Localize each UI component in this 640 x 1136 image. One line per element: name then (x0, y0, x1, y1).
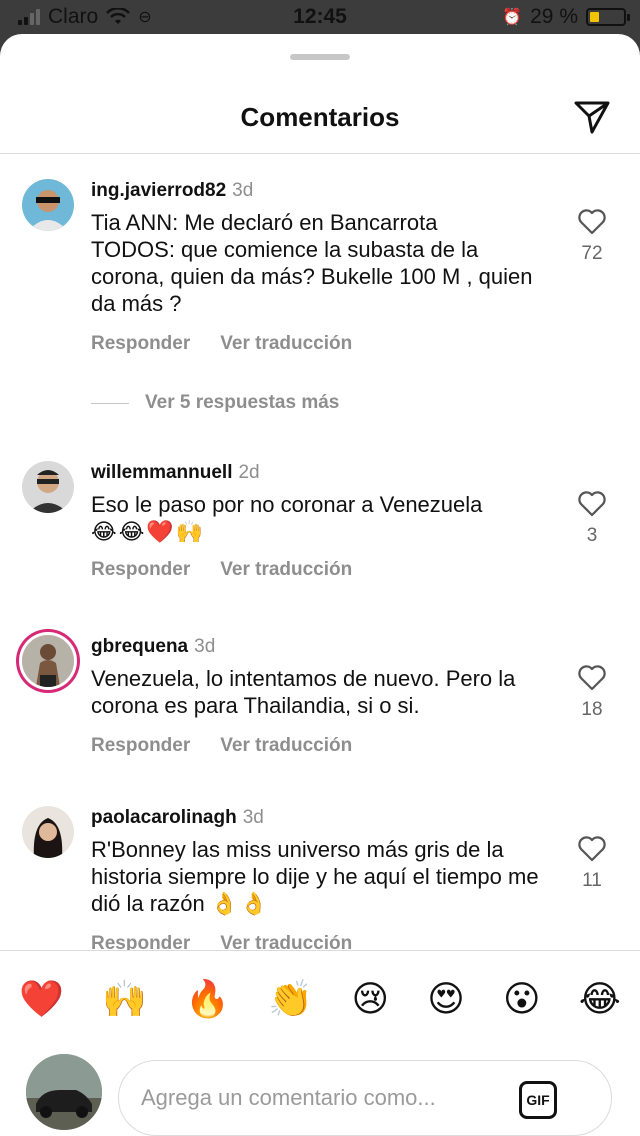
battery-icon (586, 8, 630, 26)
heart-outline-icon[interactable] (578, 665, 606, 691)
reply-button[interactable]: Responder (91, 735, 190, 757)
comment-time: 2d (238, 462, 260, 483)
comment-text-body: R'Bonney las miss universo más gris de l… (91, 837, 539, 916)
translate-button[interactable]: Ver traducción (220, 735, 352, 757)
like-count: 18 (581, 699, 603, 720)
comment-body: paolacarolinagh 3d R'Bonney las miss univ… (91, 806, 551, 950)
comment-text: Tia ANN: Me declaró en Bancarrota TODOS:… (91, 210, 533, 316)
view-replies-button[interactable]: Ver 5 respuestas más (91, 392, 339, 414)
comment-body: gbrequena 3d Venezuela, lo intentamos de … (91, 635, 551, 757)
emoji-raised-hands[interactable]: 🙌 (102, 978, 147, 1020)
avatar[interactable] (22, 806, 74, 858)
emoji-heart-eyes[interactable]: 😍 (427, 978, 465, 1020)
reply-button[interactable]: Responder (91, 333, 190, 355)
comment-text: Eso le paso por no coronar a Venezuela (91, 492, 483, 517)
emoji-clap[interactable]: 👏 (268, 978, 313, 1020)
status-bar: Claro ⊖ 12:45 ⏰ 29 % (0, 0, 640, 34)
like-control: 72 (572, 209, 612, 265)
view-replies-label: Ver 5 respuestas más (145, 392, 340, 413)
page-title: Comentarios (240, 102, 400, 132)
heart-outline-icon[interactable] (578, 836, 606, 862)
emoji-laughing[interactable]: 😂 (579, 978, 621, 1020)
comment-composer: Agrega un comentario como... GIF (0, 1046, 640, 1136)
current-user-avatar (26, 1054, 102, 1130)
translate-button[interactable]: Ver traducción (220, 333, 352, 355)
heart-outline-icon[interactable] (578, 209, 606, 235)
battery-percent: 29 % (530, 5, 578, 28)
comment-time: 3d (194, 636, 216, 657)
reply-button[interactable]: Responder (91, 933, 190, 950)
avatar[interactable] (22, 179, 74, 231)
comment-time: 3d (232, 180, 254, 201)
comment-text: Venezuela, lo intentamos de nuevo. Pero … (91, 666, 516, 718)
emoji-crying[interactable]: 😢 (351, 978, 389, 1020)
like-count: 72 (581, 243, 603, 264)
comment-username[interactable]: gbrequena (91, 636, 188, 657)
like-control: 18 (572, 665, 612, 721)
emoji-heart[interactable]: ❤️ (19, 978, 64, 1020)
comments-header: Comentarios (0, 84, 640, 154)
avatar[interactable] (22, 461, 74, 513)
status-right: ⏰ 29 % (502, 5, 630, 29)
paper-plane-icon[interactable] (572, 96, 612, 136)
comment-emojis: 😂😂❤️🙌 (91, 519, 206, 544)
comment-username[interactable]: willemmannuell (91, 462, 232, 483)
comment-username[interactable]: paolacarolinagh (91, 807, 237, 828)
sheet-grabber[interactable] (290, 54, 350, 60)
gif-icon[interactable]: GIF (519, 1081, 557, 1119)
like-control: 3 (572, 491, 612, 547)
like-control: 11 (572, 836, 612, 892)
comment-list[interactable]: ing.javierrod82 3d Tia ANN: Me declaró en… (0, 154, 640, 950)
translate-button[interactable]: Ver traducción (220, 933, 352, 950)
translate-button[interactable]: Ver traducción (220, 559, 352, 581)
alarm-icon: ⏰ (502, 9, 523, 26)
comment-input-placeholder: Agrega un comentario como... (141, 1085, 436, 1110)
comments-sheet: Comentarios ing.javierrod82 3d Tia ANN: M… (0, 34, 640, 1136)
comment-time: 3d (242, 807, 264, 828)
quick-emoji-bar: ❤️ 🙌 🔥 👏 😢 😍 😮 😂 (0, 950, 640, 1046)
comment-body: ing.javierrod82 3d Tia ANN: Me declaró en… (91, 179, 551, 355)
like-count: 11 (582, 870, 602, 891)
replies-divider (91, 402, 129, 404)
like-count: 3 (586, 525, 598, 546)
reply-button[interactable]: Responder (91, 559, 190, 581)
emoji-surprised[interactable]: 😮 (503, 978, 541, 1020)
comment-username[interactable]: ing.javierrod82 (91, 180, 226, 201)
emoji-fire[interactable]: 🔥 (185, 978, 230, 1020)
heart-outline-icon[interactable] (578, 491, 606, 517)
comment-input[interactable]: Agrega un comentario como... GIF (118, 1060, 612, 1136)
comment-body: willemmannuell 2d Eso le paso por no coro… (91, 461, 551, 581)
comment-text: R'Bonney las miss universo más gris de l… (91, 836, 551, 917)
comment-emojis: 👌👌 (210, 891, 270, 916)
avatar[interactable] (22, 635, 74, 687)
